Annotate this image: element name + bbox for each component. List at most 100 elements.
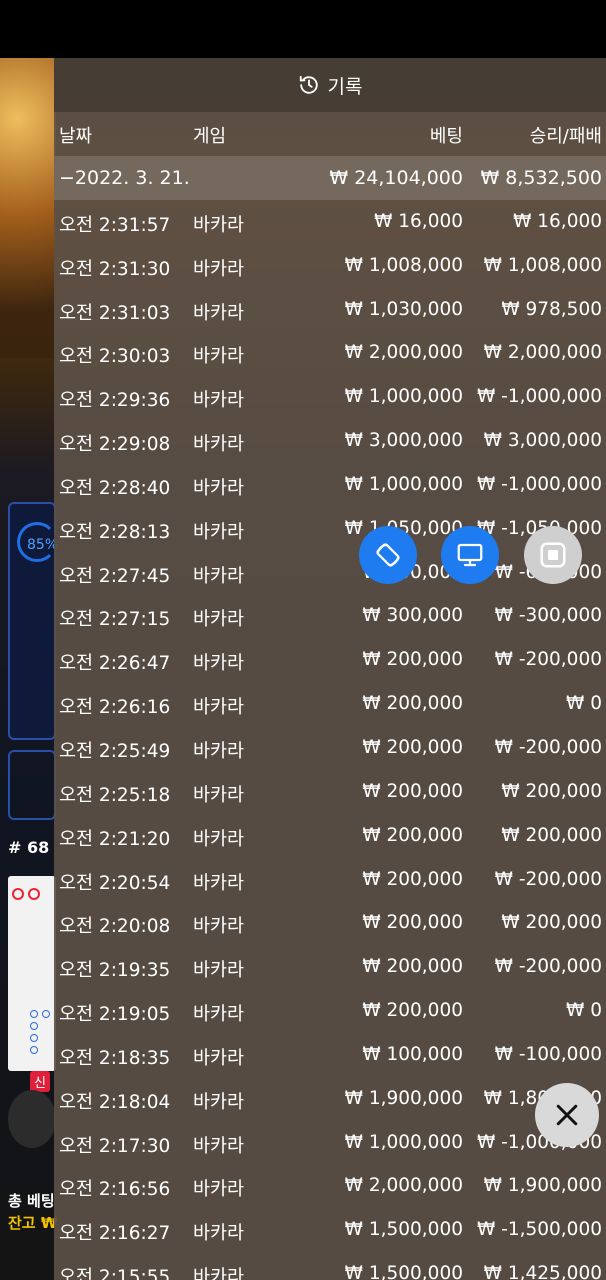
balance-label: 잔고 ₩ (8, 1214, 58, 1232)
history-row[interactable]: 오전 2:18:35 바카라 ₩ 100,000 ₩ -100,000 (54, 1033, 606, 1077)
row-win-loss: ₩ 200,000 (501, 780, 602, 802)
stop-button[interactable] (524, 526, 582, 584)
history-icon (299, 75, 318, 94)
row-time: 오전 2:20:54 (59, 872, 171, 894)
row-bet: ₩ 1,500,000 (344, 1263, 463, 1280)
row-time: 오전 2:21:20 (59, 828, 171, 850)
history-row[interactable]: 오전 2:25:18 바카라 ₩ 200,000 ₩ 200,000 (54, 770, 606, 814)
history-row[interactable]: 오전 2:25:49 바카라 ₩ 200,000 ₩ -200,000 (54, 726, 606, 770)
row-bet: ₩ 2,000,000 (344, 1175, 463, 1197)
row-time: 오전 2:28:13 (59, 521, 171, 543)
row-win-loss: ₩ -300,000 (494, 605, 602, 627)
history-row[interactable]: 오전 2:29:08 바카라 ₩ 3,000,000 ₩ 3,000,000 (54, 419, 606, 463)
row-win-loss: ₩ 1,008,000 (483, 254, 602, 276)
history-row[interactable]: 오전 2:19:05 바카라 ₩ 200,000 ₩ 0 (54, 989, 606, 1033)
casino-lights-image (0, 58, 56, 358)
chip-button[interactable] (8, 1090, 56, 1148)
col-bet: 베팅 (429, 126, 463, 147)
history-row[interactable]: 오전 2:31:30 바카라 ₩ 1,008,000 ₩ 1,008,000 (54, 244, 606, 288)
history-row[interactable]: 오전 2:18:04바카라₩ 1,900,000₩ 1,805,000 (54, 1077, 606, 1121)
rotate-icon (376, 543, 400, 567)
row-win-loss: ₩ -1,000,000 (476, 473, 602, 495)
history-row[interactable]: 오전 2:27:15 바카라 ₩ 300,000 ₩ -300,000 (54, 594, 606, 638)
row-win-loss: ₩ -1,000,000 (476, 386, 602, 408)
row-game: 바카라 (193, 784, 245, 806)
row-game: 바카라 (193, 565, 245, 587)
rotate-button[interactable] (359, 526, 417, 584)
history-row[interactable]: 오전 2:26:47 바카라 ₩ 200,000 ₩ -200,000 (54, 638, 606, 682)
row-win-loss: ₩ 2,000,000 (483, 342, 602, 364)
history-row[interactable]: 오전 2:30:03 바카라 ₩ 2,000,000 ₩ 2,000,000 (54, 331, 606, 375)
close-button[interactable] (535, 1083, 599, 1147)
row-time: 오전 2:19:05 (59, 1004, 171, 1026)
history-row[interactable]: 오전 2:17:30 바카라 ₩ 1,000,000 ₩ -1,000,000 (54, 1121, 606, 1165)
row-time: 오전 2:26:47 (59, 653, 171, 675)
road-board (8, 876, 56, 1071)
row-game: 바카라 (193, 346, 245, 368)
history-row[interactable]: 오전 2:19:35 바카라 ₩ 200,000 ₩ -200,000 (54, 945, 606, 989)
history-panel: 기록 날짜 게임 베팅 승리/패배 −2022. 3. 21. ₩ 24,104… (54, 58, 606, 1280)
row-game: 바카라 (193, 697, 245, 719)
row-game: 바카라 (193, 214, 245, 236)
history-row[interactable]: 오전 2:26:16 바카라 ₩ 200,000 ₩ 0 (54, 682, 606, 726)
new-badge: 신 (30, 1071, 50, 1092)
row-time: 오전 2:16:27 (59, 1223, 171, 1245)
row-game: 바카라 (193, 302, 245, 324)
row-time: 오전 2:28:40 (59, 477, 171, 499)
row-bet: ₩ 200,000 (362, 912, 463, 934)
total-bet-label: 총 베팅 (8, 1192, 55, 1210)
monitor-button[interactable] (441, 526, 499, 584)
history-row[interactable]: 오전 2:29:36 바카라 ₩ 1,000,000 ₩ -1,000,000 (54, 375, 606, 419)
column-headers: 날짜 게임 베팅 승리/패배 (54, 112, 606, 156)
row-bet: ₩ 1,000,000 (344, 1131, 463, 1153)
row-game: 바카라 (193, 434, 245, 456)
bet-panel-secondary[interactable] (8, 750, 56, 820)
round-label: # 68 (8, 838, 50, 857)
row-game: 바카라 (193, 828, 245, 850)
row-time: 오전 2:29:08 (59, 434, 171, 456)
row-time: 오전 2:27:45 (59, 565, 171, 587)
row-game: 바카라 (193, 1091, 245, 1113)
history-row[interactable]: 오전 2:21:20 바카라 ₩ 200,000 ₩ 200,000 (54, 814, 606, 858)
row-bet: ₩ 1,030,000 (344, 298, 463, 320)
history-row[interactable]: 오전 2:31:03 바카라 ₩ 1,030,000 ₩ 978,500 (54, 288, 606, 332)
row-time: 오전 2:18:35 (59, 1047, 171, 1069)
row-win-loss: ₩ 16,000 (513, 210, 602, 232)
row-game: 바카라 (193, 609, 245, 631)
summary-date: −2022. 3. 21. (59, 167, 190, 189)
row-game: 바카라 (193, 521, 245, 543)
summary-bet: ₩ 24,104,000 (329, 167, 463, 189)
row-bet: ₩ 200,000 (362, 824, 463, 846)
history-row[interactable]: 오전 2:15:55 바카라 ₩ 1,500,000 ₩ 1,425,000 (54, 1252, 606, 1280)
row-win-loss: ₩ -1,500,000 (476, 1219, 602, 1241)
row-bet: ₩ 200,000 (362, 649, 463, 671)
row-game: 바카라 (193, 390, 245, 412)
row-bet: ₩ 16,000 (374, 210, 463, 232)
row-bet: ₩ 1,000,000 (344, 473, 463, 495)
row-bet: ₩ 1,000,000 (344, 386, 463, 408)
row-win-loss: ₩ -200,000 (494, 868, 602, 890)
history-row[interactable]: 오전 2:16:56 바카라 ₩ 2,000,000 ₩ 1,900,000 (54, 1164, 606, 1208)
history-row[interactable]: 오전 2:31:57 바카라 ₩ 16,000 ₩ 16,000 (54, 200, 606, 244)
row-bet: ₩ 200,000 (362, 693, 463, 715)
row-win-loss: ₩ 978,500 (501, 298, 602, 320)
row-game: 바카라 (193, 653, 245, 675)
col-win-loss: 승리/패배 (529, 126, 602, 147)
history-row[interactable]: 오전 2:28:13바카라₩ 1,050,000₩ -1,050,000 (54, 507, 606, 551)
row-game: 바카라 (193, 1179, 245, 1201)
row-game: 바카라 (193, 872, 245, 894)
row-game: 바카라 (193, 1223, 245, 1245)
history-row[interactable]: 오전 2:20:08 바카라 ₩ 200,000 ₩ 200,000 (54, 901, 606, 945)
history-row[interactable]: 오전 2:16:27 바카라 ₩ 1,500,000 ₩ -1,500,000 (54, 1208, 606, 1252)
row-game: 바카라 (193, 960, 245, 982)
date-summary-row[interactable]: −2022. 3. 21. ₩ 24,104,000 ₩ 8,532,500 (54, 156, 606, 200)
row-bet: ₩ 2,000,000 (344, 342, 463, 364)
history-row[interactable]: 오전 2:28:40 바카라 ₩ 1,000,000 ₩ -1,000,000 (54, 463, 606, 507)
row-win-loss: ₩ 200,000 (501, 912, 602, 934)
row-game: 바카라 (193, 258, 245, 280)
row-time: 오전 2:26:16 (59, 697, 171, 719)
row-bet: ₩ 100,000 (362, 1043, 463, 1065)
row-game: 바카라 (193, 1047, 245, 1069)
row-win-loss: ₩ 0 (566, 693, 602, 715)
history-row[interactable]: 오전 2:20:54 바카라 ₩ 200,000 ₩ -200,000 (54, 858, 606, 902)
